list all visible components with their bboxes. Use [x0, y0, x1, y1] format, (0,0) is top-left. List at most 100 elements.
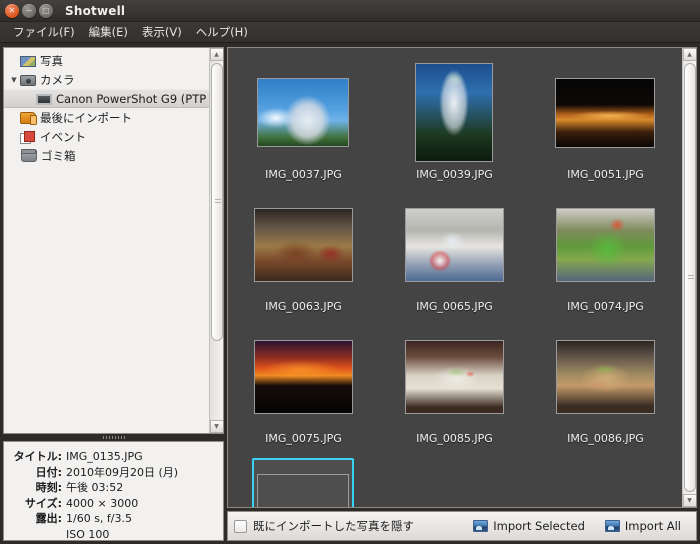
close-icon[interactable]: ✕ — [5, 3, 19, 18]
window-body: 写真 ▼ カメラ Canon PowerShot G9 (PTP mode) — [0, 43, 700, 544]
photo-thumbnail-item[interactable]: IMG_0065.JPG — [379, 192, 530, 319]
sidebar-scrollbar[interactable]: ▲ ▼ — [209, 48, 223, 433]
info-row: ISO 100 — [8, 527, 217, 541]
photo-thumbnail-item[interactable]: IMG_0063.JPG — [228, 192, 379, 319]
photo-thumbnail-item[interactable]: IMG_0085.JPG — [379, 324, 530, 451]
grid-scroll-track[interactable] — [683, 61, 697, 494]
thumbnail-filename: IMG_0037.JPG — [265, 168, 342, 181]
info-label-time: 時刻: — [35, 481, 62, 494]
thumbnail-filename: IMG_0063.JPG — [265, 300, 342, 313]
thumbnail-image[interactable] — [253, 207, 353, 282]
thumbnail-image[interactable] — [404, 207, 504, 282]
scroll-down-icon[interactable]: ▼ — [209, 420, 223, 433]
photo-grid: IMG_0037.JPG IMG_0039.JPG IMG_0051.JPG IMG_… — [228, 48, 681, 507]
sidebar-item-photos[interactable]: 写真 — [4, 51, 223, 70]
info-row: 時刻: 午後 03:52 — [8, 480, 217, 496]
sidebar-item-label: カメラ — [40, 72, 75, 87]
thumbnail-filename: IMG_0074.JPG — [567, 300, 644, 313]
hide-imported-checkbox[interactable]: 既にインポートした写真を隠す — [234, 518, 414, 534]
info-value-size: 4000 × 3000 — [66, 496, 139, 510]
event-icon — [20, 131, 36, 144]
import-all-label: Import All — [624, 519, 681, 533]
photo-grid-scrollbar[interactable]: ▲ ▼ — [682, 48, 696, 507]
info-row: 日付: 2010年09月20日 (月) — [8, 465, 217, 481]
info-value-exposure: 1/60 s, f/3.5 — [66, 512, 132, 525]
thumbnail-frame[interactable] — [252, 458, 355, 507]
thumbnail-frame[interactable] — [249, 326, 358, 427]
right-column: IMG_0037.JPG IMG_0039.JPG IMG_0051.JPG IMG_… — [227, 47, 697, 541]
shotwell-window: ✕ − □ Shotwell ファイル(F) 編集(E) 表示(V) ヘルプ(H… — [0, 0, 700, 544]
menu-help[interactable]: ヘルプ(H) — [189, 22, 255, 42]
trash-icon — [21, 149, 37, 162]
menu-file[interactable]: ファイル(F) — [6, 22, 82, 42]
scroll-up-icon[interactable]: ▲ — [209, 48, 223, 61]
minimize-icon[interactable]: − — [22, 3, 36, 18]
photo-thumbnail-item[interactable]: IMG_0086.JPG — [530, 324, 681, 451]
thumbnail-frame[interactable] — [400, 326, 509, 427]
sidebar-item-label: Canon PowerShot G9 (PTP mode) — [56, 91, 223, 106]
scroll-down-icon[interactable]: ▼ — [682, 494, 696, 507]
camera-icon — [20, 74, 36, 86]
sidebar-item-canon-powershot-g9[interactable]: Canon PowerShot G9 (PTP mode) — [4, 89, 223, 108]
checkbox-box[interactable] — [234, 519, 247, 533]
thumbnail-filename: IMG_0085.JPG — [416, 432, 493, 445]
menu-view[interactable]: 表示(V) — [135, 22, 189, 42]
info-label-title: タイトル: — [13, 450, 62, 463]
thumbnail-frame[interactable] — [551, 194, 660, 295]
sidebar-item-events[interactable]: イベント — [4, 127, 223, 146]
thumbnail-image[interactable] — [253, 339, 353, 414]
info-label-size: サイズ: — [24, 496, 62, 510]
bottom-toolbar: 既にインポートした写真を隠す Import Selected Import Al… — [227, 511, 697, 541]
info-label-date: 日付: — [35, 465, 62, 479]
sidebar-splitter[interactable] — [3, 434, 224, 441]
info-value-iso: ISO 100 — [66, 527, 110, 541]
thumbnail-filename: IMG_0075.JPG — [265, 432, 342, 445]
thumbnail-image[interactable] — [555, 77, 656, 148]
chevron-down-icon[interactable]: ▼ — [8, 76, 20, 84]
splitter-grip — [102, 436, 125, 439]
import-all-button[interactable]: Import All — [597, 515, 689, 537]
thumbnail-frame[interactable] — [249, 194, 358, 295]
thumbnail-image[interactable] — [257, 474, 350, 507]
photo-thumbnail-item[interactable]: IMG_0039.JPG — [379, 60, 530, 187]
import-selected-button[interactable]: Import Selected — [465, 515, 593, 537]
photo-info-panel: タイトル: IMG_0135.JPG 日付: 2010年09月20日 (月) 時… — [3, 441, 224, 541]
photo-thumbnail-item[interactable]: IMG_0075.JPG — [228, 324, 379, 451]
window-title: Shotwell — [65, 3, 126, 18]
sidebar-tree-pane: 写真 ▼ カメラ Canon PowerShot G9 (PTP mode) — [3, 47, 224, 434]
scroll-up-icon[interactable]: ▲ — [682, 48, 696, 61]
thumbnail-filename: IMG_0039.JPG — [416, 168, 493, 181]
thumbnail-image[interactable] — [415, 63, 494, 162]
grid-scroll-thumb[interactable] — [683, 63, 696, 492]
info-label-blank — [8, 527, 66, 541]
left-column: 写真 ▼ カメラ Canon PowerShot G9 (PTP mode) — [3, 47, 224, 541]
sidebar-item-label: イベント — [40, 129, 86, 144]
sidebar-item-cameras[interactable]: ▼ カメラ — [4, 70, 223, 89]
sidebar-scroll-thumb[interactable] — [210, 63, 223, 341]
thumbnail-frame[interactable] — [400, 194, 509, 295]
photo-icon — [20, 55, 36, 67]
hide-imported-label: 既にインポートした写真を隠す — [253, 519, 414, 533]
thumbnail-image[interactable] — [555, 207, 655, 282]
sidebar-item-label: ゴミ箱 — [41, 148, 76, 163]
photo-thumbnail-item[interactable]: IMG_0037.JPG — [228, 60, 379, 187]
thumbnail-image[interactable] — [404, 339, 504, 414]
sidebar-item-last-import[interactable]: 最後にインポート — [4, 108, 223, 127]
thumbnail-frame[interactable] — [252, 62, 354, 163]
thumbnail-frame[interactable] — [410, 62, 498, 163]
info-value-date: 2010年09月20日 (月) — [66, 465, 179, 479]
maximize-icon[interactable]: □ — [39, 3, 53, 18]
thumbnail-filename: IMG_0051.JPG — [567, 168, 644, 181]
photo-thumbnail-item[interactable]: IMG_0135.JPG — [228, 456, 379, 507]
sidebar-scroll-track[interactable] — [210, 61, 224, 420]
import-selected-label: Import Selected — [493, 519, 585, 533]
thumbnail-image[interactable] — [257, 78, 350, 147]
menu-edit[interactable]: 編集(E) — [82, 22, 135, 42]
photo-thumbnail-item[interactable]: IMG_0074.JPG — [530, 192, 681, 319]
thumbnail-image[interactable] — [555, 339, 655, 414]
sidebar-item-trash[interactable]: ゴミ箱 — [4, 146, 223, 165]
thumbnail-frame[interactable] — [550, 62, 660, 163]
photo-thumbnail-item[interactable]: IMG_0051.JPG — [530, 60, 681, 187]
thumbnail-frame[interactable] — [551, 326, 660, 427]
info-row: サイズ: 4000 × 3000 — [8, 496, 217, 512]
